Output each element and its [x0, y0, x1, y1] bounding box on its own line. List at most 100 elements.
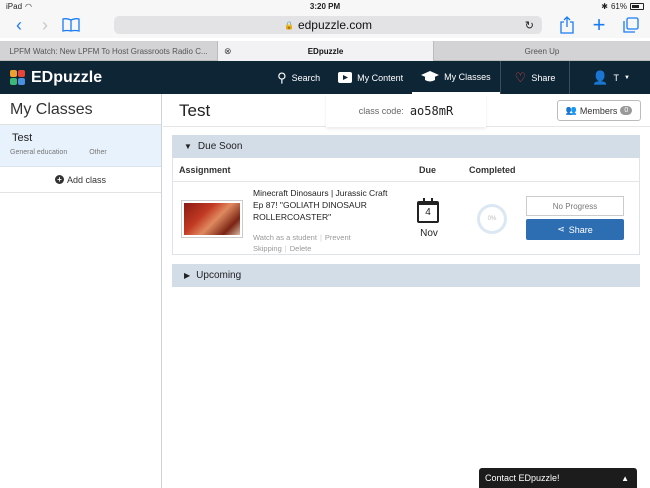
user-initial: T	[613, 72, 620, 83]
col-assignment: Assignment	[179, 165, 231, 175]
nav-share-label: Share	[531, 72, 556, 83]
tab-label: LPFM Watch: New LPFM To Host Grassroots …	[9, 46, 208, 56]
assignment-title[interactable]: Minecraft Dinosaurs | Jurassic Craft Ep …	[253, 187, 393, 223]
due-day: 4	[425, 207, 431, 218]
bluetooth-icon: ✱	[601, 1, 608, 11]
due-soon-label: Due Soon	[197, 141, 243, 152]
completion-ring: 0%	[477, 204, 507, 234]
plus-icon: +	[592, 12, 606, 37]
ios-status-bar: iPad ◠ 3:20 PM ✱ 61%	[0, 0, 650, 12]
caret-down-icon: ▼	[624, 74, 630, 81]
class-name: Test	[12, 132, 33, 144]
battery-icon	[630, 2, 644, 10]
contact-label: Contact EDpuzzle!	[485, 473, 560, 483]
class-title: Test	[179, 101, 211, 120]
share-nodes-icon: ⋖	[557, 224, 565, 234]
url-text: edpuzzle.com	[297, 18, 372, 32]
device-name: iPad	[6, 1, 23, 11]
user-icon: 👤	[592, 69, 609, 85]
tab-label: Green Up	[524, 46, 560, 56]
clock: 3:20 PM	[309, 1, 341, 11]
battery-percent: 61%	[610, 1, 627, 11]
nav-search-label: Search	[291, 72, 321, 83]
book-icon	[62, 18, 80, 32]
chevron-left-icon: ‹	[16, 14, 22, 35]
members-count-badge: 0	[620, 106, 633, 115]
col-completed: Completed	[469, 165, 516, 175]
share-label: Share	[568, 224, 593, 235]
nav-my-content[interactable]: My Content	[329, 61, 412, 94]
users-icon: 👥	[565, 105, 577, 115]
members-label: Members	[579, 105, 618, 116]
class-code-label: class code:	[358, 105, 404, 116]
lock-icon: 🔒	[283, 20, 294, 30]
user-menu[interactable]: 👤 T ▼	[569, 61, 650, 94]
table-row: Minecraft Dinosaurs | Jurassic Craft Ep …	[173, 182, 639, 254]
share-sheet-button[interactable]	[554, 12, 580, 38]
browser-tabs: LPFM Watch: New LPFM To Host Grassroots …	[0, 41, 650, 61]
upcoming-label: Upcoming	[196, 270, 242, 281]
nav-my-content-label: My Content	[357, 72, 404, 83]
tabs-icon	[623, 17, 639, 33]
graduation-cap-icon	[421, 71, 440, 82]
nav-search[interactable]: ⚲ Search	[268, 61, 329, 94]
add-class-button[interactable]: + Add class	[0, 167, 161, 193]
watch-as-student-link[interactable]: Watch as a student	[253, 233, 317, 242]
chevron-right-icon: ›	[42, 14, 48, 35]
sidebar: My Classes Test General education Other …	[0, 94, 162, 488]
chevron-up-icon: ▲	[621, 473, 629, 483]
sidebar-title: My Classes	[0, 94, 161, 125]
caret-down-icon: ▼	[184, 142, 192, 151]
col-due: Due	[419, 165, 437, 175]
main-content: Test class code: ao58mR 👥 Members 0 ▼ Du…	[163, 94, 650, 488]
play-icon	[338, 72, 353, 83]
address-bar[interactable]: 🔒 edpuzzle.com ↻	[114, 16, 542, 34]
class-category: General education	[10, 149, 68, 156]
search-icon: ⚲	[277, 69, 287, 85]
tab-green-up[interactable]: Green Up	[434, 41, 650, 61]
table-header: Assignment Due Completed	[173, 158, 639, 182]
share-assignment-button[interactable]: ⋖ Share	[526, 219, 624, 240]
delete-link[interactable]: Delete	[290, 244, 312, 253]
sidebar-class-test[interactable]: Test General education Other	[0, 125, 161, 167]
plus-circle-icon: +	[54, 175, 64, 184]
class-subject: Other	[89, 149, 107, 156]
tab-lpfm[interactable]: LPFM Watch: New LPFM To Host Grassroots …	[0, 41, 218, 61]
assignments-table: Assignment Due Completed Minecraft Dinos…	[172, 158, 640, 255]
edpuzzle-logo[interactable]: EDpuzzle	[10, 69, 102, 87]
app-nav: EDpuzzle ⚲ Search My Content My Classes …	[0, 61, 650, 94]
members-button[interactable]: 👥 Members 0	[557, 100, 641, 121]
close-tab-icon[interactable]: ⊗	[224, 46, 232, 57]
calendar-icon: 4	[417, 198, 439, 223]
contact-widget[interactable]: Contact EDpuzzle! ▲	[479, 468, 637, 488]
add-class-label: Add class	[66, 174, 107, 185]
back-button[interactable]: ‹	[6, 12, 32, 38]
tab-edpuzzle[interactable]: ⊗ EDpuzzle	[218, 41, 434, 61]
class-code-value: ao58mR	[409, 103, 454, 118]
class-header: Test class code: ao58mR 👥 Members 0	[163, 94, 650, 127]
brand-name: EDpuzzle	[31, 68, 103, 86]
nav-my-classes-label: My Classes	[444, 71, 491, 82]
reload-icon[interactable]: ↻	[525, 19, 534, 32]
forward-button[interactable]: ›	[32, 12, 58, 38]
puzzle-logo-icon	[10, 69, 26, 86]
tabs-overview-button[interactable]	[618, 12, 644, 38]
heart-icon: ♡	[514, 69, 527, 85]
no-progress-button[interactable]: No Progress	[526, 196, 624, 216]
wifi-icon: ◠	[25, 1, 32, 11]
due-month: Nov	[420, 228, 438, 239]
video-thumbnail[interactable]	[181, 200, 243, 238]
upcoming-toggle[interactable]: ▶ Upcoming	[172, 264, 640, 287]
caret-right-icon: ▶	[184, 271, 191, 280]
nav-my-classes[interactable]: My Classes	[412, 61, 500, 94]
nav-share[interactable]: ♡ Share	[499, 61, 570, 94]
no-progress-label: No Progress	[552, 201, 598, 211]
share-icon	[560, 16, 574, 34]
browser-toolbar: ‹ › 🔒 edpuzzle.com ↻ +	[0, 12, 650, 38]
new-tab-button[interactable]: +	[586, 12, 612, 38]
completion-percent: 0%	[487, 216, 497, 222]
class-code-box: class code: ao58mR	[326, 94, 486, 127]
tab-label: EDpuzzle	[307, 46, 344, 56]
bookmarks-button[interactable]	[58, 12, 84, 38]
due-soon-toggle[interactable]: ▼ Due Soon	[172, 135, 640, 158]
